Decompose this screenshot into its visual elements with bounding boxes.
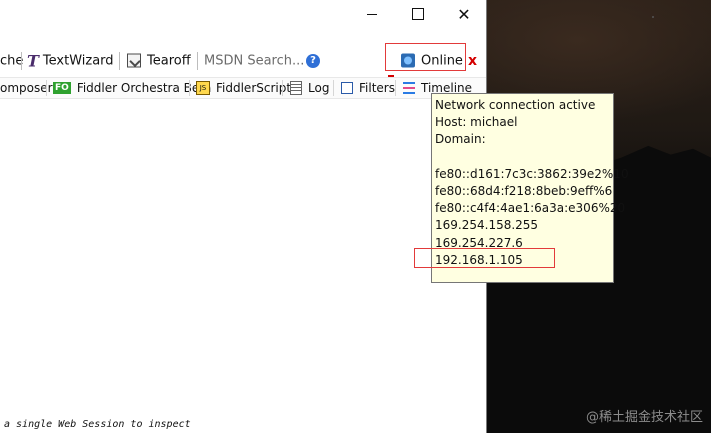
watermark-text: @稀土掘金技术社区 [585,410,703,425]
tab-divider [395,80,396,96]
fiddler-orchestra-icon: FO [53,82,71,94]
tab-strip: omposer FO Fiddler Orchestra Beta JS Fid… [0,77,486,99]
tooltip-line: Network connection active [435,98,596,112]
fiddler-window: ✕ che T TextWizard Tearoff MSDN Search..… [0,0,487,433]
cache-button-label: che [0,53,24,68]
textwizard-button[interactable]: T TextWizard [27,51,114,70]
star-dot [652,16,654,18]
tab-filters[interactable]: Filters [341,78,395,98]
tooltip-line: 169.254.158.255 [435,218,539,233]
fiddlerscript-icon: JS [196,81,210,95]
tab-log[interactable]: Log [290,78,329,98]
timeline-icon [403,82,415,94]
tab-log-label: Log [308,81,330,95]
minimize-button[interactable] [349,0,395,28]
tab-divider [282,80,283,96]
textwizard-icon: T [27,51,39,70]
tooltip-line: Domain: [435,132,486,147]
tooltip-line: fe80::c4f4:4ae1:6a3a:e306%20 [435,201,626,216]
tab-fiddler-orchestra[interactable]: FO Fiddler Orchestra Beta [53,78,211,98]
tab-composer[interactable]: omposer [0,78,53,98]
toolbar-divider [21,52,22,70]
msdn-search-placeholder: MSDN Search... [204,53,305,68]
filters-icon [341,82,353,94]
log-icon [290,81,302,95]
tab-filters-label: Filters [359,81,395,95]
cache-button[interactable]: che [0,53,23,68]
tearoff-label: Tearoff [147,53,191,68]
help-icon: ? [306,53,320,68]
empty-session-hint: a single Web Session to inspect [4,419,191,430]
tooltip-line: Host: michael [435,115,518,130]
toolbar-divider [119,52,120,70]
tab-fiddlerscript[interactable]: JS FiddlerScript [196,78,291,98]
tab-divider [189,80,190,96]
tab-fiddlerscript-label: FiddlerScript [216,81,292,95]
tearoff-icon [127,53,141,68]
toolbar-divider [197,52,198,70]
maximize-icon [412,8,424,20]
textwizard-label: TextWizard [42,53,114,68]
tooltip-line [435,149,610,166]
close-icon: ✕ [457,4,471,24]
tab-divider [333,80,334,96]
tab-composer-label: omposer [0,81,53,95]
tab-divider [46,80,47,96]
online-highlight-box [385,43,466,71]
help-button[interactable]: ? [306,53,320,68]
close-toolbar-button[interactable]: x [468,53,477,69]
tab-fiddler-orchestra-label: Fiddler Orchestra Beta [76,81,212,95]
tooltip-line: fe80::68d4:f218:8beb:9eff%6 [435,183,613,198]
minimize-icon [367,13,377,15]
tooltip-line: fe80::d161:7c3c:3862:39e2%10 [435,166,629,181]
close-window-button[interactable]: ✕ [441,0,486,28]
msdn-search-input[interactable]: MSDN Search... [204,53,304,68]
ip-highlight-box [414,248,555,268]
tearoff-button[interactable]: Tearoff [127,53,191,68]
close-x-icon: x [468,52,478,69]
maximize-button[interactable] [395,0,441,28]
